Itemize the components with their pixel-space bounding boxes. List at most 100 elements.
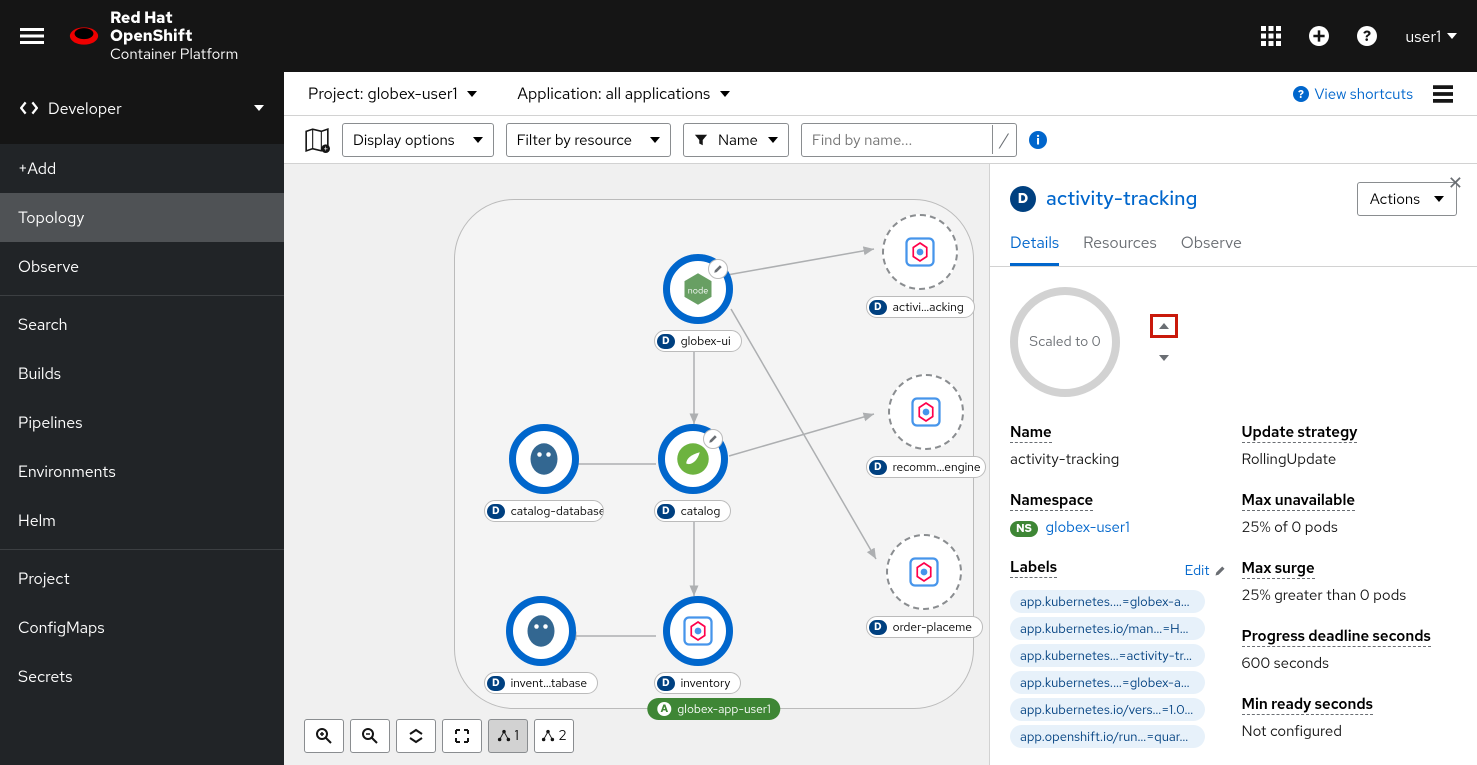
scale-down-button[interactable] — [1150, 346, 1178, 370]
topology-node-recommendation-engine[interactable]: Drecomm…engine — [866, 374, 986, 478]
display-options-dropdown[interactable]: Display options — [342, 123, 494, 157]
view-shortcuts[interactable]: ? View shortcuts — [1293, 84, 1413, 104]
brand-logo: Red Hat OpenShift Container Platform — [68, 9, 238, 63]
nav-item-secrets[interactable]: Secrets — [0, 652, 284, 701]
caret-down-icon — [254, 105, 264, 111]
topology-node-order-placement[interactable]: Dorder-placeme — [866, 534, 983, 638]
filter-by-resource-dropdown[interactable]: Filter by resource — [506, 123, 671, 157]
layout-2-button[interactable]: 2 — [534, 719, 574, 753]
edit-decorator[interactable] — [703, 429, 723, 449]
namespace-link[interactable]: globex-user1 — [1045, 517, 1129, 537]
label-chip[interactable]: app.openshift.io/run…=quar… — [1010, 725, 1205, 748]
user-menu[interactable]: user1 — [1405, 26, 1457, 47]
update-strategy-value: RollingUpdate — [1242, 449, 1458, 469]
layout-1-label: 1 — [514, 727, 518, 745]
caret-down-icon — [473, 137, 483, 143]
progress-deadline-label: Progress deadline seconds — [1242, 626, 1431, 647]
label-chip[interactable]: app.kubernetes.io/man…=H… — [1010, 617, 1205, 640]
scale-up-button[interactable] — [1150, 314, 1178, 338]
nav-item-topology[interactable]: Topology — [0, 193, 284, 242]
hamburger-menu[interactable] — [20, 24, 44, 48]
panel-title[interactable]: D activity-tracking — [1010, 186, 1197, 212]
perspective-label: Developer — [48, 98, 122, 119]
nav-item-pipelines[interactable]: Pipelines — [0, 398, 284, 447]
help-icon: ? — [1293, 86, 1309, 102]
name-filter-label: Name — [718, 130, 758, 150]
apps-icon[interactable] — [1261, 26, 1281, 46]
nav-item-configmaps[interactable]: ConfigMaps — [0, 603, 284, 652]
nav-item--add[interactable]: +Add — [0, 144, 284, 193]
group-label: A globex-app-user1 — [647, 698, 780, 720]
labels-label: Labels — [1010, 557, 1057, 578]
node-label: Dinventory — [654, 672, 741, 694]
node-label: Dorder-placeme — [866, 616, 983, 638]
shortcuts-label: View shortcuts — [1315, 84, 1413, 104]
name-label: Name — [1010, 422, 1052, 443]
namespace-label: Namespace — [1010, 490, 1093, 511]
reset-view-button[interactable] — [442, 719, 482, 753]
fit-button[interactable] — [396, 719, 436, 753]
help-icon[interactable]: ? — [1357, 26, 1377, 46]
perspective-switcher[interactable]: Developer — [0, 72, 284, 144]
redhat-icon — [68, 25, 100, 47]
application-label: Application: all applications — [517, 83, 710, 104]
project-selector[interactable]: Project: globex-user1 — [308, 83, 477, 104]
user-name: user1 — [1405, 26, 1441, 47]
tab-details[interactable]: Details — [1010, 232, 1059, 266]
nav-item-search[interactable]: Search — [0, 300, 284, 349]
tab-resources[interactable]: Resources — [1083, 232, 1157, 266]
svg-text:node: node — [688, 285, 708, 297]
node-label: Dcatalog-database — [484, 500, 604, 522]
label-chip[interactable]: app.kubernetes.…=globex-ap… — [1010, 671, 1205, 694]
name-filter-dropdown[interactable]: Name — [683, 123, 789, 157]
node-label: Dinvent…tabase — [484, 672, 598, 694]
application-selector[interactable]: Application: all applications — [517, 83, 730, 104]
edit-labels-button[interactable]: Edit — [1185, 562, 1226, 580]
layout-2-label: 2 — [558, 727, 566, 745]
panel-title-text: activity-tracking — [1046, 186, 1197, 212]
nav-item-builds[interactable]: Builds — [0, 349, 284, 398]
topology-node-inventory-database[interactable]: Dinvent…tabase — [484, 596, 598, 694]
actions-dropdown[interactable]: Actions — [1357, 182, 1457, 216]
caret-down-icon — [768, 137, 778, 143]
max-surge-value: 25% greater than 0 pods — [1242, 585, 1458, 605]
map-icon[interactable]: + — [304, 127, 330, 153]
label-chip[interactable]: app.kubernetes.io/vers…=1.0… — [1010, 698, 1205, 721]
brand-line3: Container Platform — [110, 46, 238, 63]
svg-text:i: i — [1036, 131, 1040, 148]
info-icon[interactable]: i — [1029, 131, 1047, 149]
label-chip[interactable]: app.kubernetes.…=globex-a… — [1010, 590, 1205, 613]
display-options-label: Display options — [353, 130, 455, 150]
topology-node-globex-ui[interactable]: nodeDglobex-ui — [654, 254, 742, 352]
topology-node-inventory[interactable]: Dinventory — [654, 596, 741, 694]
min-ready-value: Not configured — [1242, 721, 1458, 741]
nav-item-helm[interactable]: Helm — [0, 496, 284, 545]
tab-observe[interactable]: Observe — [1181, 232, 1242, 266]
progress-deadline-value: 600 seconds — [1242, 653, 1458, 673]
max-unavailable-label: Max unavailable — [1242, 490, 1356, 511]
nav-item-project[interactable]: Project — [0, 554, 284, 603]
pod-ring: Scaled to 0 — [1010, 287, 1120, 397]
svg-text:?: ? — [1363, 26, 1371, 46]
close-panel-button[interactable]: ✕ — [1448, 172, 1463, 195]
nav-item-observe[interactable]: Observe — [0, 242, 284, 291]
topology-node-activity-tracking[interactable]: Dactivi…acking — [866, 214, 975, 318]
edit-text: Edit — [1185, 562, 1210, 580]
topology-node-catalog[interactable]: Dcatalog — [654, 424, 731, 522]
topology-node-catalog-database[interactable]: Dcatalog-database — [484, 424, 604, 522]
list-view-icon[interactable] — [1433, 84, 1453, 104]
layout-1-button[interactable]: 1 — [488, 719, 528, 753]
nav-item-environments[interactable]: Environments — [0, 447, 284, 496]
deployment-badge: D — [1010, 186, 1036, 212]
zoom-out-button[interactable] — [350, 719, 390, 753]
edit-decorator[interactable] — [708, 259, 728, 279]
app-badge: A — [657, 702, 671, 716]
caret-down-icon — [1447, 33, 1457, 39]
label-chip[interactable]: app.kubernetes…=activity-tr… — [1010, 644, 1205, 667]
node-label: Dcatalog — [654, 500, 731, 522]
zoom-in-button[interactable] — [304, 719, 344, 753]
plus-icon[interactable] — [1309, 26, 1329, 46]
pod-ring-text: Scaled to 0 — [1029, 333, 1100, 351]
filter-label: Filter by resource — [517, 130, 632, 150]
search-input[interactable] — [802, 130, 992, 150]
